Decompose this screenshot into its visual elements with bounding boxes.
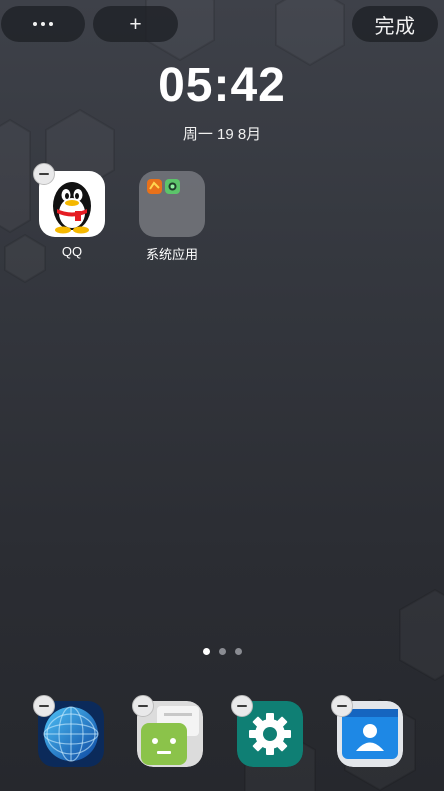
add-label: + <box>129 12 142 36</box>
more-options-button[interactable] <box>1 6 85 42</box>
more-dots-icon <box>33 22 53 26</box>
clock-time[interactable]: 05:42 <box>0 58 444 113</box>
add-button[interactable]: + <box>93 6 178 42</box>
app-label-system-apps: 系统应用 <box>145 247 198 262</box>
home-screen-edit-mode: + 完成 05:42 周一 19 8月 QQ 系统应用 <box>0 0 444 791</box>
page-indicator <box>0 648 444 655</box>
app-qq[interactable]: QQ <box>32 163 112 259</box>
page-dot[interactable] <box>218 648 226 655</box>
done-label: 完成 <box>374 15 416 38</box>
page-dot[interactable] <box>234 648 242 655</box>
done-button[interactable]: 完成 <box>352 6 438 42</box>
clock-date: 周一 19 8月 <box>182 126 262 143</box>
page-dot[interactable] <box>202 648 210 655</box>
hexagon-wallpaper <box>0 0 444 791</box>
mini-app-icon <box>165 179 180 194</box>
remove-app-badge[interactable] <box>33 163 55 185</box>
app-label-qq: QQ <box>61 244 83 259</box>
remove-app-badge[interactable] <box>33 695 55 717</box>
remove-app-badge[interactable] <box>132 695 154 717</box>
folder-icon <box>139 171 205 237</box>
mini-app-icon <box>147 179 162 194</box>
remove-app-badge[interactable] <box>331 695 353 717</box>
folder-system-apps[interactable]: 系统应用 <box>132 171 212 263</box>
remove-app-badge[interactable] <box>231 695 253 717</box>
